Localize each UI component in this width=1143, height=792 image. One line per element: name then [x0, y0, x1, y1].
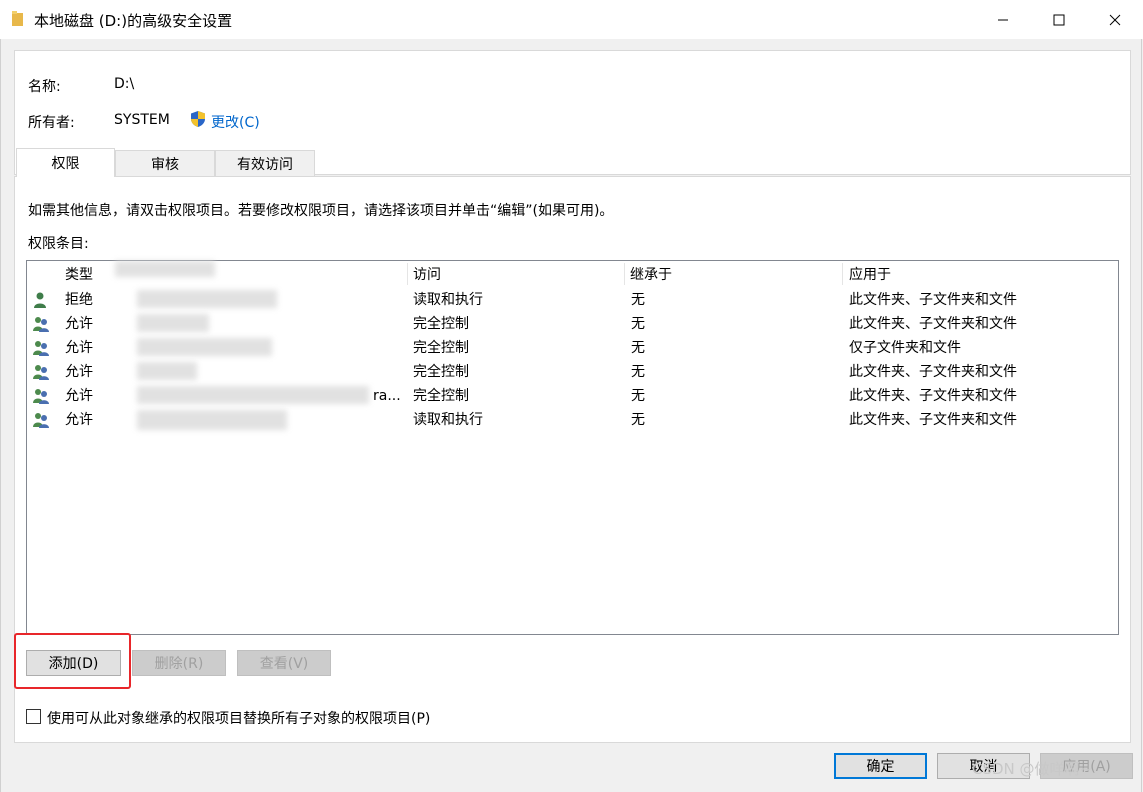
window-title: 本地磁盘 (D:)的高级安全设置: [34, 12, 233, 30]
tab-label: 有效访问: [237, 156, 293, 173]
cell-type: 允许: [65, 364, 93, 380]
tab-permissions[interactable]: 权限: [16, 148, 115, 177]
cell-access: 完全控制: [413, 364, 469, 380]
group-icon: [32, 316, 50, 332]
table-row[interactable]: 拒绝 读取和执行 无 此文件夹、子文件夹和文件: [27, 288, 1118, 312]
close-icon[interactable]: [1092, 0, 1138, 39]
description-text: 如需其他信息，请双击权限项目。若要修改权限项目，请选择该项目并单击“编辑”(如果…: [28, 203, 614, 219]
cell-inherited: 无: [631, 292, 645, 308]
redacted-principal: [137, 362, 197, 380]
remove-button[interactable]: 删除(R): [132, 650, 226, 676]
table-row[interactable]: 允许 读取和执行 无 此文件夹、子文件夹和文件: [27, 408, 1118, 432]
column-separator: [842, 263, 843, 285]
redacted-principal: [137, 314, 209, 332]
group-icon: [32, 412, 50, 428]
column-header-inherited[interactable]: 继承于: [630, 265, 672, 285]
column-separator: [624, 263, 625, 285]
table-row[interactable]: 允许 完全控制 无 此文件夹、子文件夹和文件: [27, 312, 1118, 336]
maximize-icon[interactable]: [1036, 0, 1082, 39]
tab-label: 权限: [51, 156, 80, 172]
replace-child-permissions-label[interactable]: 使用可从此对象继承的权限项目替换所有子对象的权限项目(P): [47, 708, 430, 728]
title-bar: 本地磁盘 (D:)的高级安全设置: [0, 0, 1143, 39]
view-button[interactable]: 查看(V): [237, 650, 331, 676]
column-header-applies[interactable]: 应用于: [849, 265, 891, 285]
redacted-principal: [137, 386, 369, 404]
owner-value: SYSTEM: [114, 112, 170, 128]
uac-shield-icon: [189, 110, 207, 128]
cell-access: 读取和执行: [413, 292, 483, 308]
tab-label: 审核: [151, 156, 179, 173]
add-button[interactable]: 添加(D): [26, 650, 121, 676]
cell-access: 完全控制: [413, 388, 469, 404]
cell-access: 完全控制: [413, 340, 469, 356]
cell-inherited: 无: [631, 412, 645, 428]
cell-access: 读取和执行: [413, 412, 483, 428]
cell-type: 允许: [65, 412, 93, 428]
ok-button[interactable]: 确定: [834, 753, 927, 779]
cell-type: 允许: [65, 388, 93, 404]
cell-applies: 此文件夹、子文件夹和文件: [849, 316, 1017, 332]
column-header-type[interactable]: 类型: [65, 265, 93, 285]
user-icon: [32, 292, 50, 308]
cell-applies: 此文件夹、子文件夹和文件: [849, 412, 1017, 428]
replace-child-permissions-checkbox[interactable]: [26, 709, 41, 724]
cell-access: 完全控制: [413, 316, 469, 332]
permission-entries-list[interactable]: 类型 主体 访问 继承于 应用于 拒绝 读取和执行 无 此文件夹、子文件夹和文件…: [26, 260, 1119, 635]
group-icon: [32, 340, 50, 356]
name-label: 名称:: [28, 79, 61, 95]
redacted-principal: [137, 338, 272, 356]
change-owner-link[interactable]: 更改(C): [211, 112, 260, 132]
cell-applies: 仅子文件夹和文件: [849, 340, 961, 356]
group-icon: [32, 364, 50, 380]
cell-applies: 此文件夹、子文件夹和文件: [849, 292, 1017, 308]
table-row[interactable]: 允许 完全控制 无 此文件夹、子文件夹和文件: [27, 360, 1118, 384]
owner-label: 所有者:: [28, 115, 75, 131]
redacted-header: [115, 261, 215, 277]
table-row[interactable]: 允许 ra... 完全控制 无 此文件夹、子文件夹和文件: [27, 384, 1118, 408]
tab-effective-access[interactable]: 有效访问: [215, 150, 315, 176]
cell-inherited: 无: [631, 388, 645, 404]
table-row[interactable]: 允许 完全控制 无 仅子文件夹和文件: [27, 336, 1118, 360]
watermark: CSDN @做咩啊~: [972, 760, 1093, 778]
redacted-principal: [137, 290, 277, 308]
redacted-principal: [137, 410, 287, 430]
cell-inherited: 无: [631, 316, 645, 332]
entries-label: 权限条目:: [28, 236, 89, 252]
cell-type: 允许: [65, 340, 93, 356]
name-value: D:\: [114, 76, 135, 92]
cell-inherited: 无: [631, 340, 645, 356]
cell-applies: 此文件夹、子文件夹和文件: [849, 388, 1017, 404]
folder-icon: [12, 11, 23, 26]
cell-type: 拒绝: [65, 292, 93, 308]
cell-applies: 此文件夹、子文件夹和文件: [849, 364, 1017, 380]
column-header-access[interactable]: 访问: [413, 265, 441, 285]
group-icon: [32, 388, 50, 404]
cell-inherited: 无: [631, 364, 645, 380]
cell-type: 允许: [65, 316, 93, 332]
cell-principal: ra...: [373, 388, 401, 404]
minimize-icon[interactable]: [980, 0, 1026, 39]
column-separator: [407, 263, 408, 285]
tab-auditing[interactable]: 审核: [115, 150, 215, 176]
